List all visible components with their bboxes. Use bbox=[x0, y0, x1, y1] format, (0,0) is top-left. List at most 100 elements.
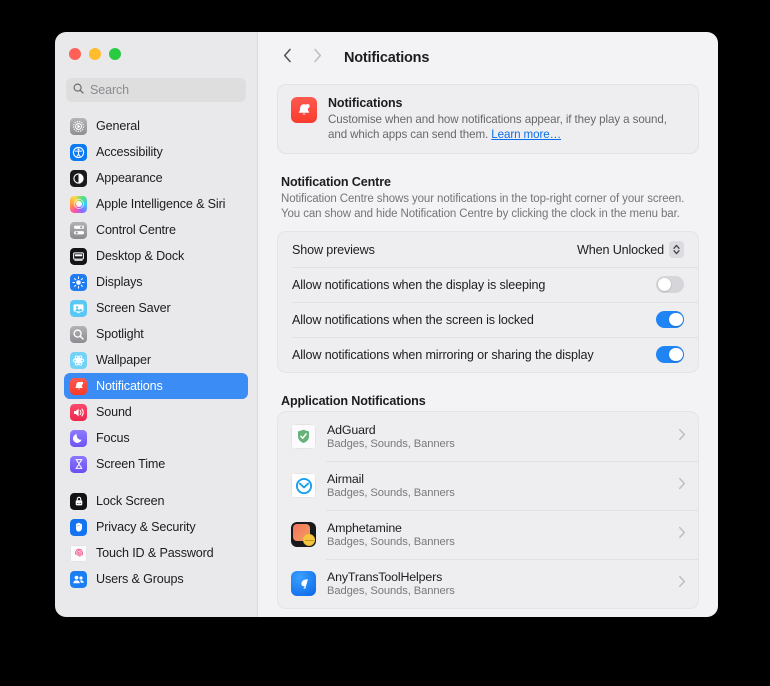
sidebar-nav-list: General Accessibility Appearance Apple I… bbox=[55, 111, 257, 617]
app-notification-row[interactable]: Airmail Badges, Sounds, Banners bbox=[278, 461, 698, 510]
sidebar-item-label: General bbox=[96, 119, 140, 133]
notification-centre-heading: Notification Centre bbox=[281, 175, 391, 189]
desktop-dock-icon bbox=[70, 247, 87, 265]
app-detail: Badges, Sounds, Banners bbox=[327, 438, 455, 450]
sidebar-item-touch-id-password[interactable]: Touch ID & Password bbox=[64, 540, 248, 566]
allow-when-screen-locked-toggle[interactable] bbox=[656, 311, 684, 328]
sidebar-item-label: Users & Groups bbox=[96, 572, 184, 586]
sidebar-item-users-groups[interactable]: Users & Groups bbox=[64, 566, 248, 592]
sidebar-item-general[interactable]: General bbox=[64, 113, 248, 139]
sidebar-item-focus[interactable]: Focus bbox=[64, 425, 248, 451]
settings-row: Allow notifications when the display is … bbox=[278, 267, 698, 302]
settings-scroll-area[interactable]: Notifications Customise when and how not… bbox=[258, 84, 718, 617]
sidebar: Search General Accessibility Appearance … bbox=[55, 32, 258, 617]
sidebar-item-label: Spotlight bbox=[96, 327, 144, 341]
minimise-button[interactable] bbox=[89, 48, 101, 60]
show-previews-popup[interactable]: When Unlocked bbox=[577, 241, 684, 258]
window-controls bbox=[55, 32, 257, 68]
notifications-icon bbox=[70, 377, 87, 395]
forward-button[interactable] bbox=[304, 45, 330, 71]
sidebar-item-accessibility[interactable]: Accessibility bbox=[64, 139, 248, 165]
app-detail: Badges, Sounds, Banners bbox=[327, 536, 455, 548]
maximise-button[interactable] bbox=[109, 48, 121, 60]
focus-icon bbox=[70, 429, 87, 447]
sidebar-item-label: Screen Time bbox=[96, 457, 166, 471]
app-notification-row[interactable]: AdGuard Badges, Sounds, Banners bbox=[278, 412, 698, 461]
sidebar-item-label: Desktop & Dock bbox=[96, 249, 185, 263]
sidebar-item-wallpaper[interactable]: Wallpaper bbox=[64, 347, 248, 373]
sidebar-item-control-centre[interactable]: Control Centre bbox=[64, 217, 248, 243]
sidebar-item-label: Wallpaper bbox=[96, 353, 151, 367]
app-name: AnyTransToolHelpers bbox=[327, 570, 443, 584]
app-notification-row[interactable]: Amphetamine Badges, Sounds, Banners bbox=[278, 510, 698, 559]
chevron-right-icon bbox=[678, 428, 686, 446]
app-notification-row[interactable]: AnyTransToolHelpers Badges, Sounds, Banne… bbox=[278, 559, 698, 608]
siri-icon bbox=[70, 195, 87, 213]
sidebar-item-label: Privacy & Security bbox=[96, 520, 196, 534]
toggle-knob bbox=[669, 347, 683, 362]
settings-row: Allow notifications when the screen is l… bbox=[278, 302, 698, 337]
sidebar-item-sound[interactable]: Sound bbox=[64, 399, 248, 425]
notifications-info-banner: Notifications Customise when and how not… bbox=[277, 84, 699, 154]
app-name: Airmail bbox=[327, 472, 364, 486]
screen-time-icon bbox=[70, 455, 87, 473]
privacy-security-icon bbox=[70, 518, 87, 536]
application-notifications-card: AdGuard Badges, Sounds, Banners Airmail Ba… bbox=[277, 411, 699, 609]
settings-row: Show previews When Unlocked bbox=[278, 232, 698, 267]
app-name: AdGuard bbox=[327, 423, 376, 437]
page-title: Notifications bbox=[344, 50, 430, 66]
sidebar-item-label: Sound bbox=[96, 405, 132, 419]
sidebar-item-label: Focus bbox=[96, 431, 130, 445]
notifications-bell-icon bbox=[291, 97, 317, 123]
app-text: AdGuard Badges, Sounds, Banners bbox=[327, 423, 667, 450]
chevron-right-icon bbox=[313, 48, 322, 68]
app-detail: Badges, Sounds, Banners bbox=[327, 487, 455, 499]
close-button[interactable] bbox=[69, 48, 81, 60]
chevron-right-icon bbox=[678, 477, 686, 495]
settings-row-label: Allow notifications when mirroring or sh… bbox=[292, 347, 594, 362]
search-input[interactable]: Search bbox=[66, 78, 246, 102]
general-icon bbox=[70, 117, 87, 135]
app-text: AnyTransToolHelpers Badges, Sounds, Banne… bbox=[327, 570, 667, 597]
sidebar-item-privacy-security[interactable]: Privacy & Security bbox=[64, 514, 248, 540]
notification-centre-description: Notification Centre shows your notificat… bbox=[281, 193, 685, 220]
screen-saver-icon bbox=[70, 299, 87, 317]
learn-more-link[interactable]: Learn more… bbox=[491, 128, 561, 141]
allow-when-mirroring-toggle[interactable] bbox=[656, 346, 684, 363]
search-container: Search bbox=[55, 68, 257, 111]
spotlight-icon bbox=[70, 325, 87, 343]
users-groups-icon bbox=[70, 570, 87, 588]
sidebar-item-displays[interactable]: Displays bbox=[64, 269, 248, 295]
sidebar-item-notifications[interactable]: Notifications bbox=[64, 373, 248, 399]
sidebar-item-desktop-dock[interactable]: Desktop & Dock bbox=[64, 243, 248, 269]
back-button[interactable] bbox=[274, 45, 300, 71]
sidebar-item-screen-saver[interactable]: Screen Saver bbox=[64, 295, 248, 321]
system-settings-window: Search General Accessibility Appearance … bbox=[55, 32, 718, 617]
sound-icon bbox=[70, 403, 87, 421]
sidebar-item-label: Notifications bbox=[96, 379, 163, 393]
sidebar-item-label: Apple Intelligence & Siri bbox=[96, 197, 226, 211]
app-name: Amphetamine bbox=[327, 521, 402, 535]
settings-row-label: Show previews bbox=[292, 242, 375, 257]
sidebar-item-screen-time[interactable]: Screen Time bbox=[64, 451, 248, 477]
sidebar-item-label: Lock Screen bbox=[96, 494, 165, 508]
sidebar-group-separator bbox=[64, 477, 248, 488]
banner-description: Customise when and how notifications app… bbox=[328, 112, 685, 142]
sidebar-item-lock-screen[interactable]: Lock Screen bbox=[64, 488, 248, 514]
amphetamine-icon bbox=[291, 522, 316, 547]
app-text: Amphetamine Badges, Sounds, Banners bbox=[327, 521, 667, 548]
sidebar-item-label: Displays bbox=[96, 275, 143, 289]
wallpaper-icon bbox=[70, 351, 87, 369]
sidebar-item-apple-intelligence-siri[interactable]: Apple Intelligence & Siri bbox=[64, 191, 248, 217]
control-centre-icon bbox=[70, 221, 87, 239]
sidebar-item-label: Appearance bbox=[96, 171, 163, 185]
settings-row: Allow notifications when mirroring or sh… bbox=[278, 337, 698, 372]
sidebar-item-label: Touch ID & Password bbox=[96, 546, 214, 560]
toggle-knob bbox=[669, 312, 683, 327]
allow-when-display-sleeping-toggle[interactable] bbox=[656, 276, 684, 293]
chevron-up-down-icon bbox=[669, 241, 684, 258]
accessibility-icon bbox=[70, 143, 87, 161]
sidebar-item-appearance[interactable]: Appearance bbox=[64, 165, 248, 191]
sidebar-item-spotlight[interactable]: Spotlight bbox=[64, 321, 248, 347]
app-text: Airmail Badges, Sounds, Banners bbox=[327, 472, 667, 499]
